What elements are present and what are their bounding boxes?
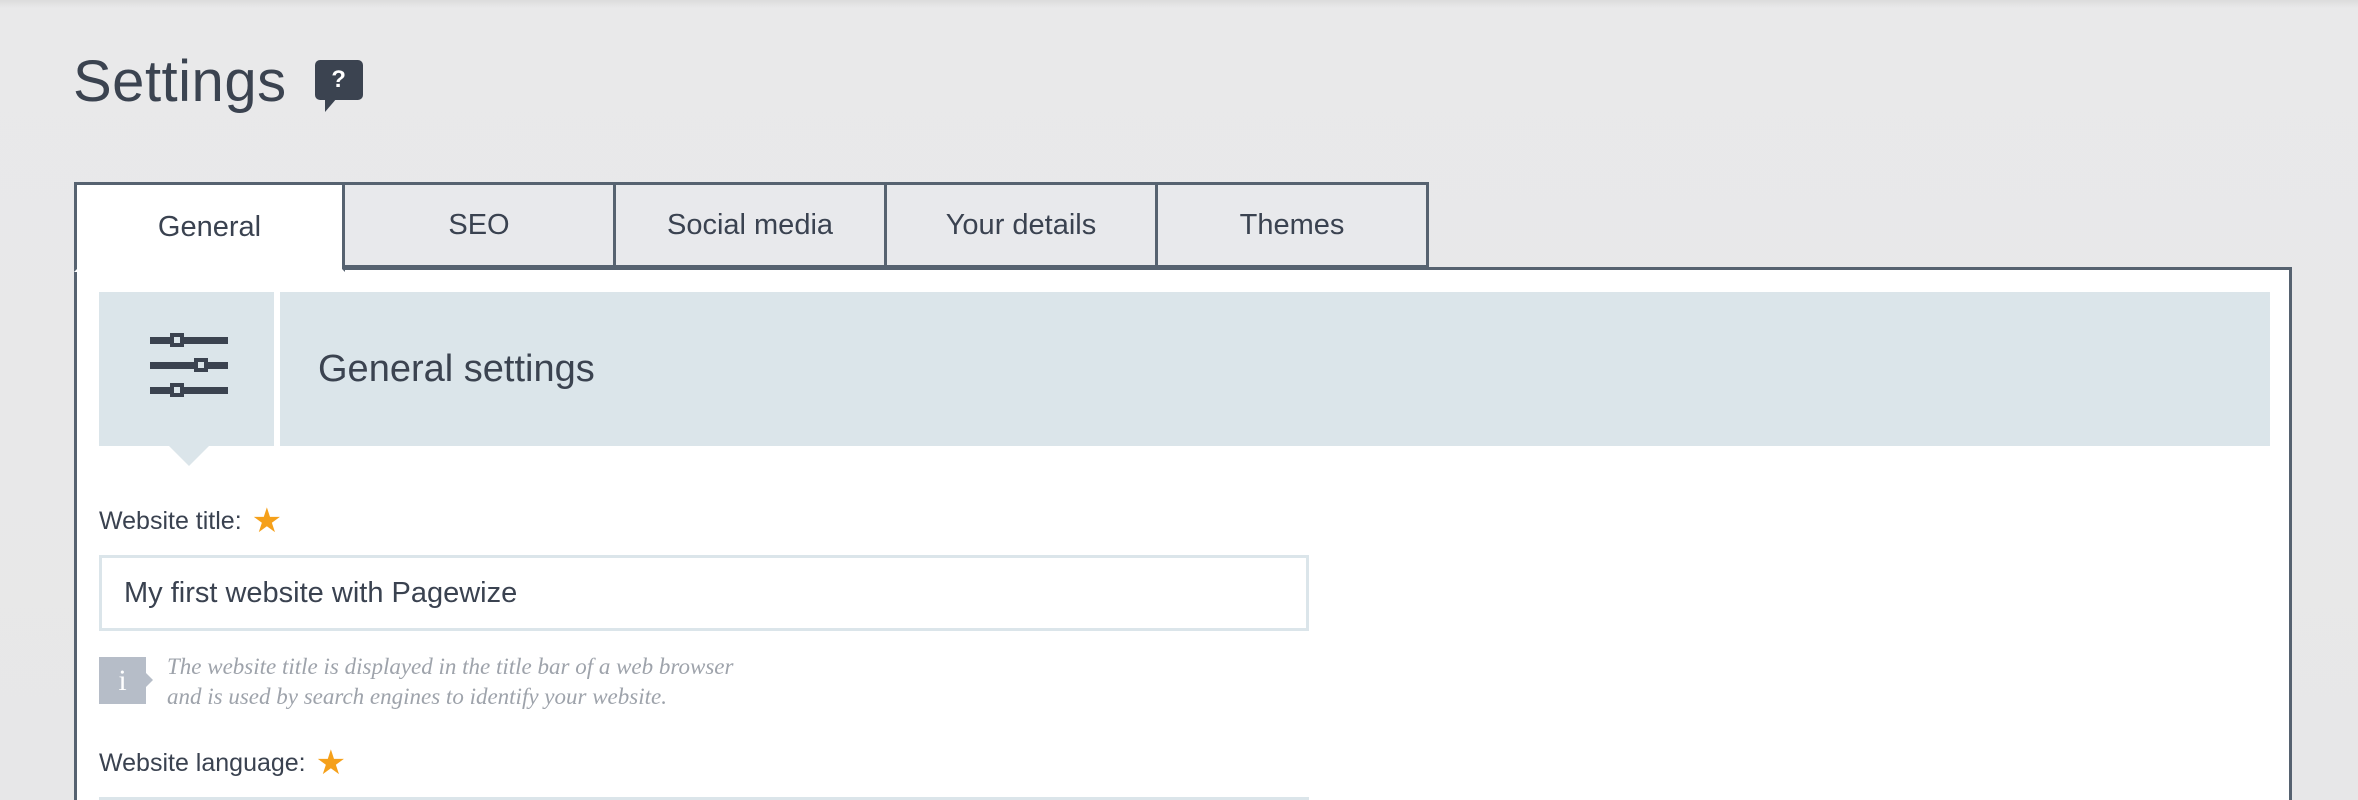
website-title-label-text: Website title: xyxy=(99,506,242,535)
sliders-icon xyxy=(99,292,274,466)
slider-knob-2 xyxy=(194,358,208,372)
settings-page: Settings ? General SEO Social media Your… xyxy=(0,0,2358,800)
section-title: General settings xyxy=(318,347,595,390)
website-language-label-text: Website language: xyxy=(99,748,306,777)
website-title-hint: The website title is displayed in the ti… xyxy=(167,652,927,712)
slider-line-2 xyxy=(150,362,228,369)
required-star-icon: ★ xyxy=(251,502,283,540)
settings-tabs: General SEO Social media Your details Th… xyxy=(74,182,1429,272)
slider-knob-3 xyxy=(170,383,184,397)
website-title-input[interactable] xyxy=(99,555,1309,631)
help-bubble-tail xyxy=(324,97,337,112)
help-bubble: ? xyxy=(314,59,363,100)
slider-knob-1 xyxy=(170,333,184,347)
tab-your-details[interactable]: Your details xyxy=(887,182,1158,268)
help-icon[interactable]: ? xyxy=(314,59,363,112)
info-icon-arrow xyxy=(146,673,153,687)
tab-social-media[interactable]: Social media xyxy=(616,182,887,268)
info-icon: i xyxy=(99,657,153,704)
section-pointer xyxy=(169,446,209,466)
hint-line-1: The website title is displayed in the ti… xyxy=(167,654,734,679)
required-star-icon: ★ xyxy=(315,744,347,782)
tab-seo[interactable]: SEO xyxy=(345,182,616,268)
slider-line-3 xyxy=(150,387,228,394)
section-header: General settings xyxy=(99,292,2270,466)
website-language-label: Website language: ★ xyxy=(99,746,346,780)
page-title: Settings xyxy=(73,49,287,114)
tab-themes[interactable]: Themes xyxy=(1158,182,1429,268)
slider-line-1 xyxy=(150,337,228,344)
section-title-box: General settings xyxy=(280,292,2270,446)
page-header: Settings ? xyxy=(73,48,363,115)
hint-line-2: and is used by search engines to identif… xyxy=(167,684,667,709)
tab-general[interactable]: General xyxy=(74,182,345,272)
website-title-label: Website title: ★ xyxy=(99,504,282,538)
general-settings-panel: General settings Website title: ★ i The … xyxy=(74,267,2292,800)
